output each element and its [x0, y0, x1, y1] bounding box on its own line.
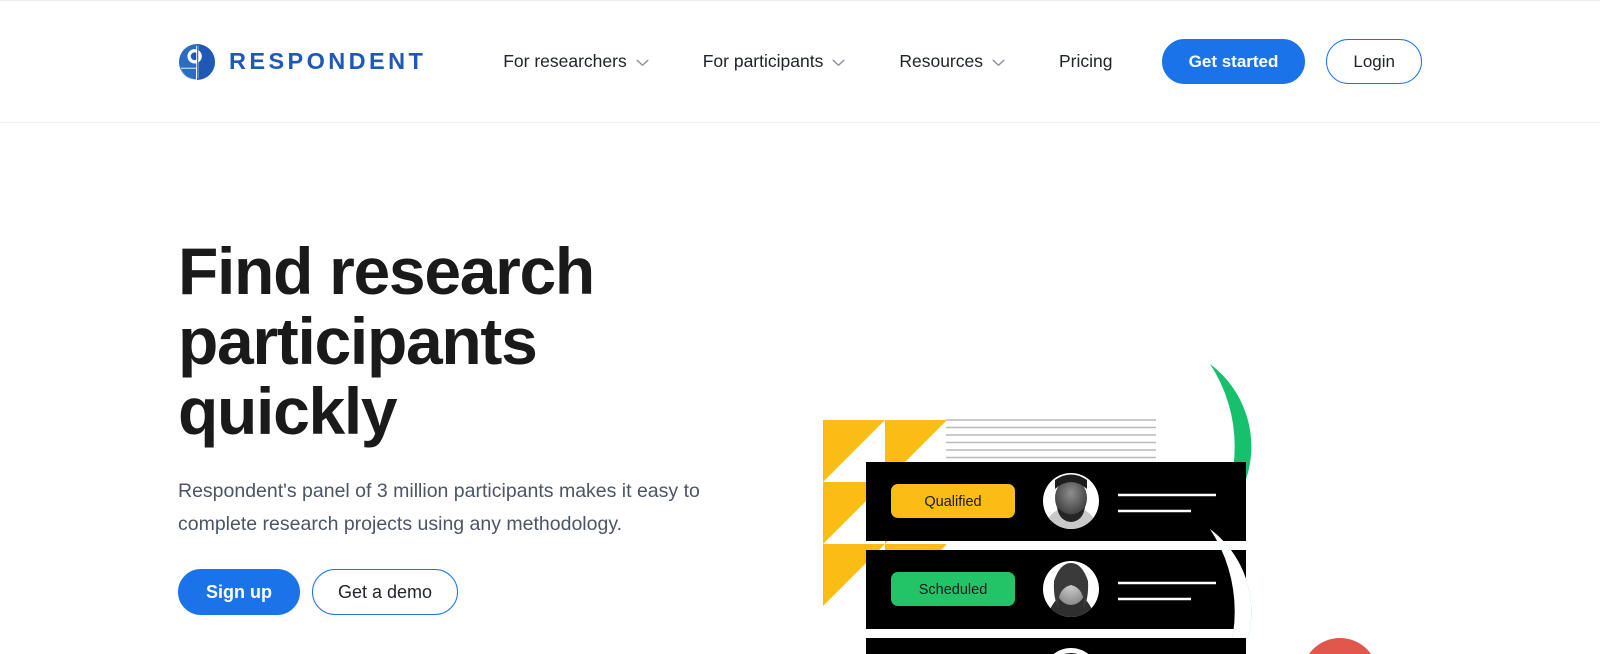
hero-section: Find research participants quickly Respo…: [0, 123, 1600, 654]
red-circle-decoration: [1309, 638, 1371, 654]
participant-row-2: Scheduled: [866, 550, 1246, 629]
nav-item-pricing[interactable]: Pricing: [1059, 45, 1113, 79]
respondent-circle-logo-icon: [178, 43, 216, 81]
hero-title: Find research participants quickly: [178, 236, 778, 446]
nav-item-resources[interactable]: Resources: [899, 45, 1005, 79]
header-actions: Get started Login: [1161, 39, 1422, 84]
hero-title-line-2: participants: [178, 304, 538, 378]
hero-cta-group: Sign up Get a demo: [178, 569, 778, 615]
login-button[interactable]: Login: [1326, 39, 1422, 84]
get-started-button[interactable]: Get started: [1161, 39, 1306, 84]
brand-logo[interactable]: RESPONDENT: [178, 43, 426, 81]
chevron-down-icon: [832, 57, 845, 67]
get-a-demo-button[interactable]: Get a demo: [312, 569, 459, 615]
sign-up-button[interactable]: Sign up: [178, 569, 300, 615]
brand-name: RESPONDENT: [229, 47, 427, 74]
participant-row-3: Scheduled: [866, 638, 1246, 654]
hero-subtitle-line-1: Respondent's panel of 3 million particip…: [178, 480, 700, 502]
page-root: RESPONDENT For researchers For participa…: [0, 0, 1600, 654]
site-header: RESPONDENT For researchers For participa…: [0, 1, 1600, 123]
nav-label: For participants: [702, 50, 824, 71]
nav-item-for-researchers[interactable]: For researchers: [503, 45, 649, 79]
svg-text:Qualified: Qualified: [924, 494, 981, 510]
participant-row-1: Qualified: [866, 462, 1246, 541]
gray-placeholder-lines: [946, 419, 1156, 466]
svg-text:Scheduled: Scheduled: [919, 582, 988, 598]
avatar-woman-smiling: [1043, 561, 1099, 617]
main-navigation: For researchers For participants Resourc…: [503, 45, 1161, 79]
chevron-down-icon: [992, 57, 1005, 67]
hero-title-line-1: Find research: [178, 234, 595, 308]
hero-subtitle-line-2: complete research projects using any met…: [178, 513, 623, 535]
nav-label: For researchers: [503, 50, 627, 71]
hero-title-line-3: quickly: [178, 374, 398, 448]
hero-copy: Find research participants quickly Respo…: [178, 123, 778, 615]
nav-label: Pricing: [1059, 50, 1113, 71]
nav-item-for-participants[interactable]: For participants: [703, 45, 846, 79]
nav-label: Resources: [899, 50, 983, 71]
header-inner: RESPONDENT For researchers For participa…: [0, 1, 1600, 122]
chevron-down-icon: [636, 57, 649, 67]
hero-subtitle: Respondent's panel of 3 million particip…: [178, 475, 723, 541]
hero-illustration: Qualified Scheduled: [818, 361, 1386, 654]
